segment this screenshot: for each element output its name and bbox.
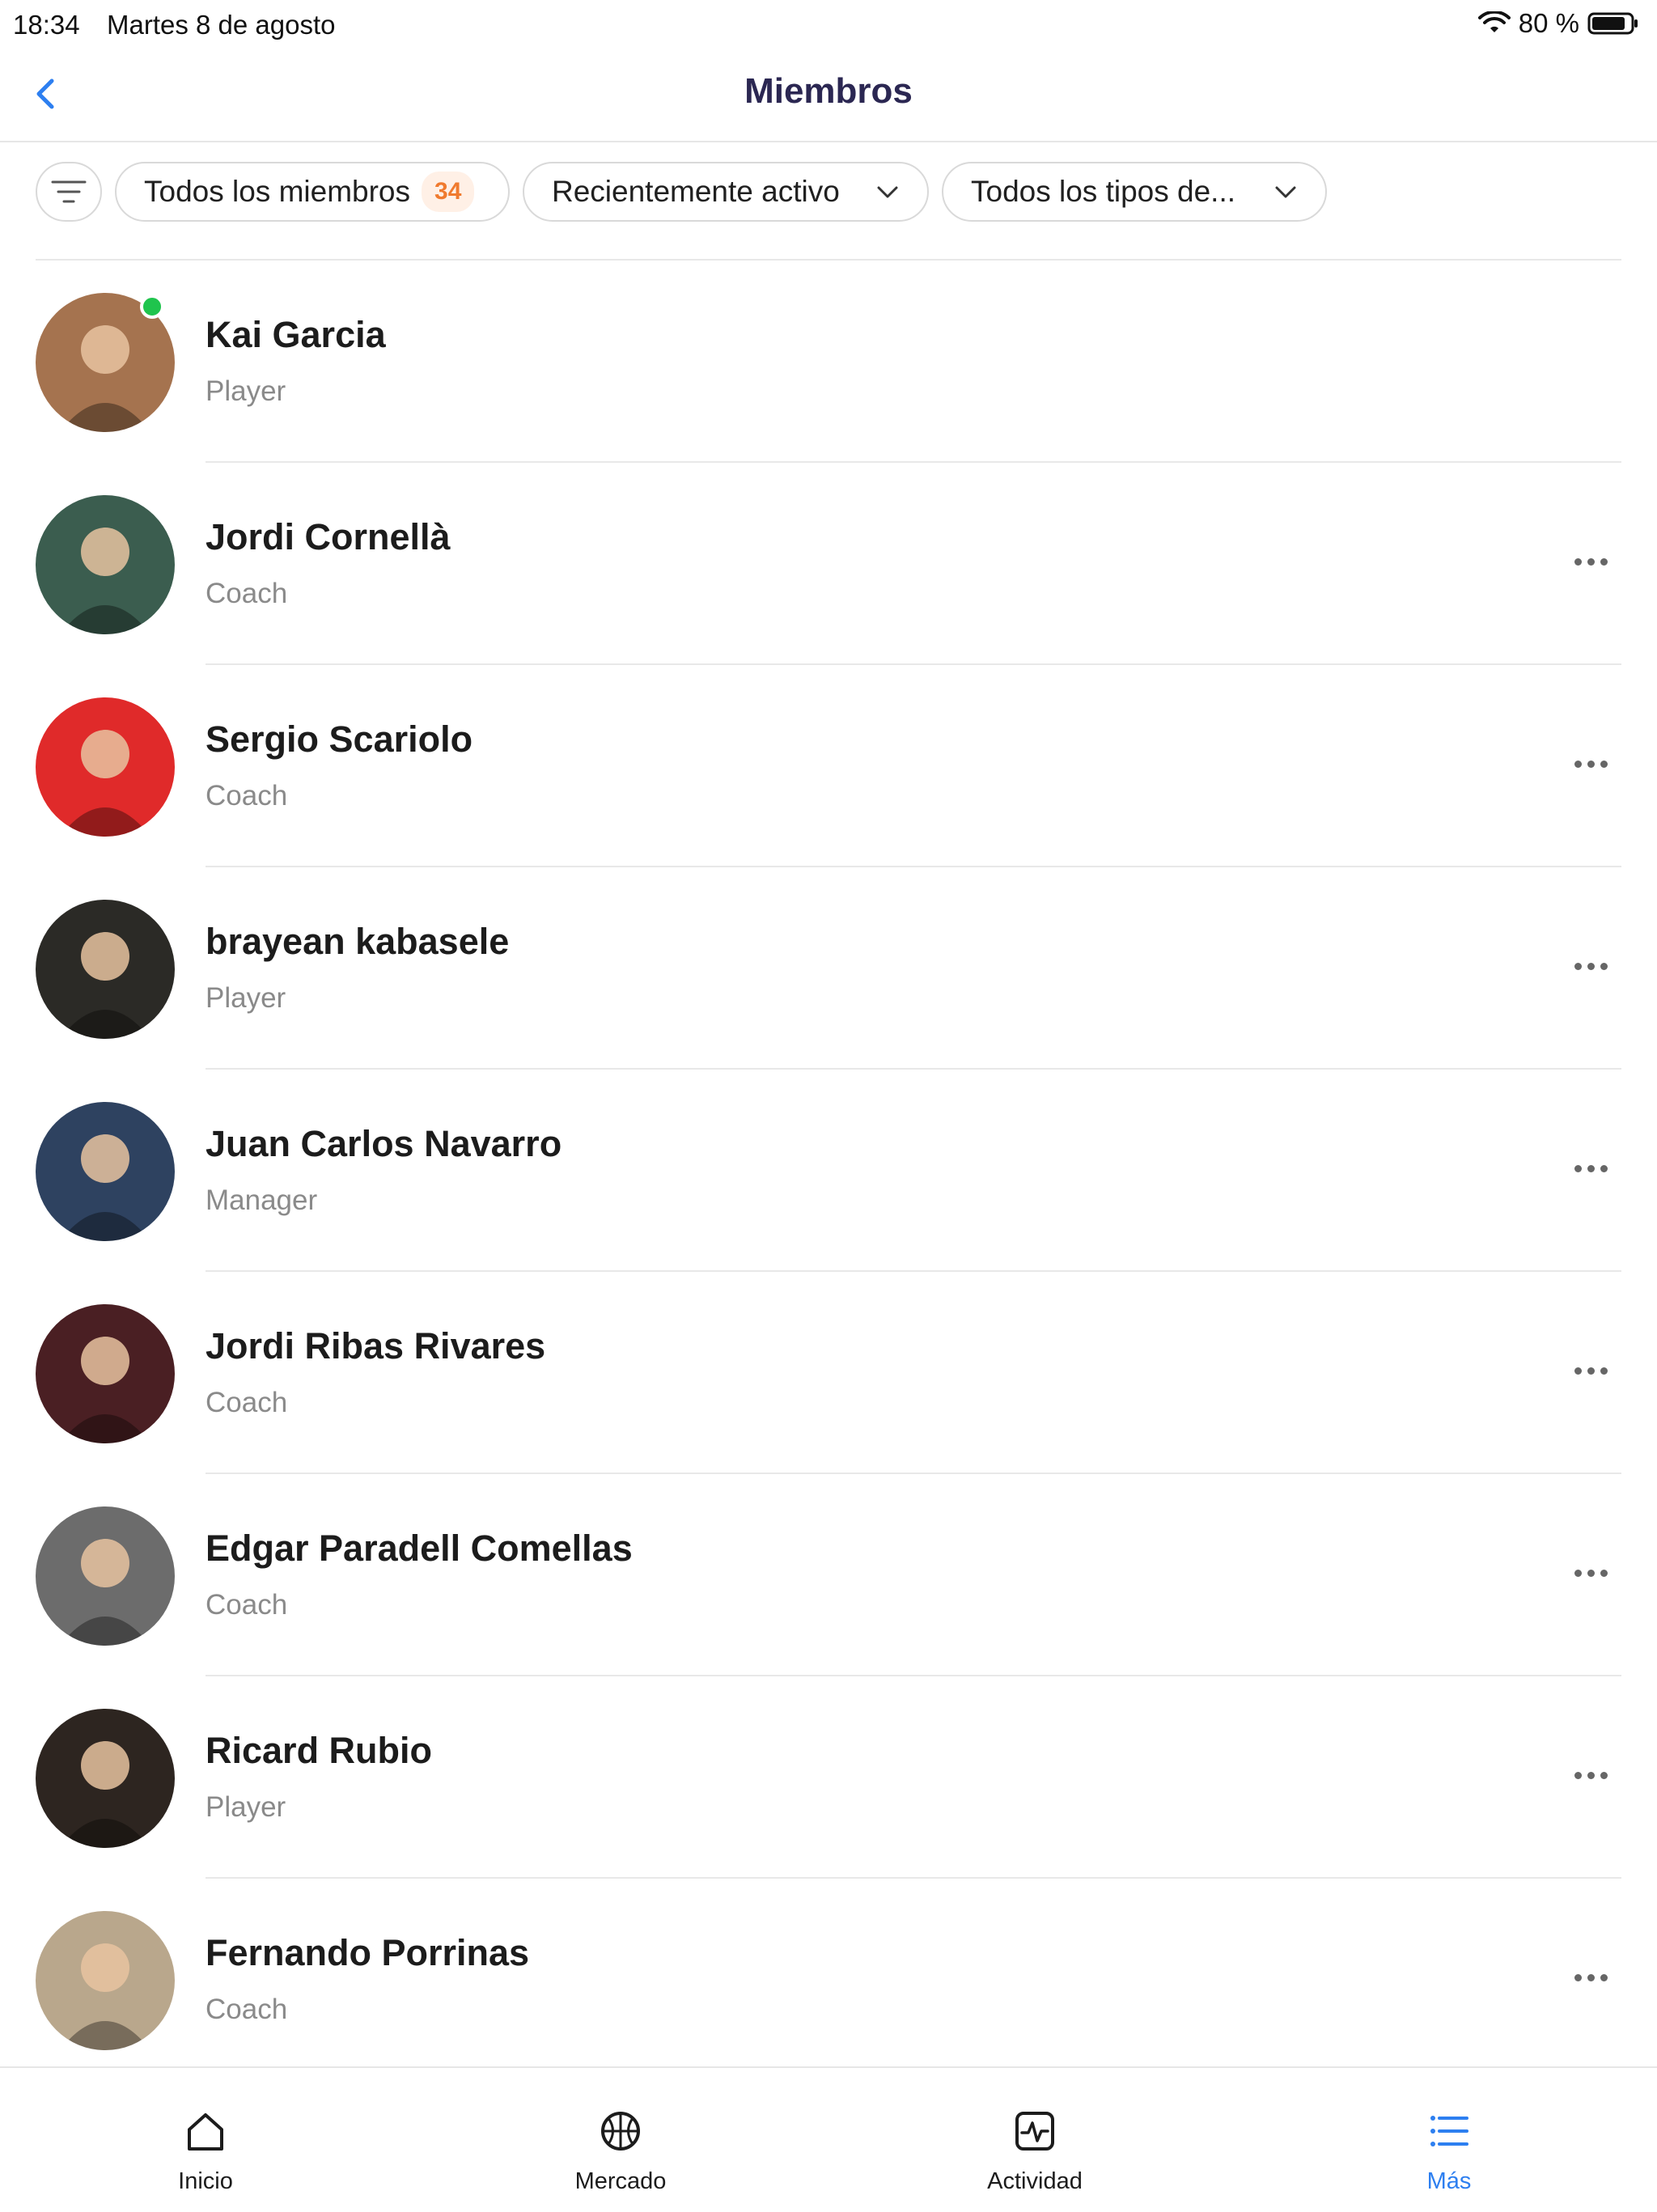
sort-label: Recientemente activo bbox=[552, 175, 840, 208]
member-name: Kai Garcia bbox=[206, 314, 386, 355]
menu-list-icon bbox=[1430, 2116, 1468, 2146]
filter-bar: Todos los miembros 34 Recientemente acti… bbox=[0, 142, 1657, 261]
tab-inicio[interactable]: Inicio bbox=[117, 2068, 295, 2212]
more-options-icon[interactable] bbox=[1574, 1772, 1608, 1779]
member-row[interactable]: Edgar Paradell Comellas Coach bbox=[0, 1474, 1657, 1676]
member-role: Player bbox=[206, 375, 286, 407]
more-options-icon[interactable] bbox=[1574, 761, 1608, 768]
avatar-image bbox=[36, 900, 175, 1039]
filter-button[interactable] bbox=[36, 162, 102, 222]
chevron-down-icon bbox=[1275, 186, 1296, 198]
page-title: Miembros bbox=[744, 71, 913, 111]
basketball-icon bbox=[601, 2112, 640, 2151]
member-row[interactable]: Juan Carlos Navarro Manager bbox=[0, 1070, 1657, 1272]
more-options-icon[interactable] bbox=[1574, 1570, 1608, 1577]
member-list: Kai Garcia Player Jordi Cornellà Coach Sergi… bbox=[0, 261, 1657, 2081]
avatar[interactable] bbox=[36, 495, 175, 634]
tab-label: Más bbox=[1426, 2168, 1472, 2194]
tab-label: Inicio bbox=[178, 2168, 233, 2194]
member-name: Jordi Ribas Rivares bbox=[206, 1325, 546, 1367]
member-role: Manager bbox=[206, 1184, 318, 1216]
member-role: Player bbox=[206, 1791, 286, 1823]
member-row[interactable]: Jordi Cornellà Coach bbox=[0, 463, 1657, 665]
avatar-image bbox=[36, 697, 175, 837]
activity-icon bbox=[1015, 2112, 1054, 2151]
chevron-down-icon bbox=[877, 186, 898, 198]
wifi-icon bbox=[1477, 11, 1511, 32]
avatar-image bbox=[36, 1911, 175, 2050]
avatar[interactable] bbox=[36, 1304, 175, 1443]
more-options-icon[interactable] bbox=[1574, 963, 1608, 970]
member-row[interactable]: brayean kabasele Player bbox=[0, 867, 1657, 1070]
tab-mas[interactable]: Más bbox=[1360, 2068, 1538, 2212]
member-row[interactable]: Fernando Porrinas Coach bbox=[0, 1879, 1657, 2081]
member-name: Ricard Rubio bbox=[206, 1730, 433, 1771]
member-type-dropdown[interactable]: Todos los tipos de... bbox=[942, 162, 1327, 222]
member-type-label: Todos los tipos de... bbox=[971, 175, 1236, 208]
online-indicator bbox=[140, 295, 164, 319]
tab-mercado[interactable]: Mercado bbox=[532, 2068, 710, 2212]
tab-label: Mercado bbox=[574, 2168, 667, 2194]
battery-percent: 80 % bbox=[1518, 8, 1579, 38]
home-icon bbox=[188, 2113, 223, 2151]
avatar-image bbox=[36, 1102, 175, 1241]
status-bar: 18:34 Martes 8 de agosto 80 % bbox=[0, 0, 1657, 49]
member-row[interactable]: Jordi Ribas Rivares Coach bbox=[0, 1272, 1657, 1474]
sort-dropdown[interactable]: Recientemente activo bbox=[523, 162, 929, 222]
tab-label: Actividad bbox=[987, 2168, 1083, 2194]
member-role: Player bbox=[206, 982, 286, 1014]
member-row[interactable]: Kai Garcia Player bbox=[0, 261, 1657, 463]
battery-icon bbox=[1587, 12, 1638, 35]
more-options-icon[interactable] bbox=[1574, 1974, 1608, 1981]
member-count-badge: 34 bbox=[422, 172, 475, 212]
avatar-image bbox=[36, 1304, 175, 1443]
member-row[interactable]: Sergio Scariolo Coach bbox=[0, 665, 1657, 867]
tab-bar: Inicio Mercado Actividad Más bbox=[0, 2066, 1657, 2212]
member-row[interactable]: Ricard Rubio Player bbox=[0, 1676, 1657, 1879]
avatar-image bbox=[36, 1709, 175, 1848]
member-name: Fernando Porrinas bbox=[206, 1932, 530, 1973]
all-members-filter[interactable]: Todos los miembros 34 bbox=[115, 162, 510, 222]
member-name: brayean kabasele bbox=[206, 921, 510, 962]
member-role: Coach bbox=[206, 780, 288, 811]
member-name: Juan Carlos Navarro bbox=[206, 1123, 562, 1164]
avatar[interactable] bbox=[36, 697, 175, 837]
status-time: 18:34 bbox=[13, 10, 80, 40]
member-role: Coach bbox=[206, 578, 288, 609]
avatar[interactable] bbox=[36, 1102, 175, 1241]
avatar-image bbox=[36, 1506, 175, 1646]
member-role: Coach bbox=[206, 1994, 288, 2025]
tab-actividad[interactable]: Actividad bbox=[946, 2068, 1124, 2212]
all-members-label: Todos los miembros bbox=[144, 175, 411, 208]
member-role: Coach bbox=[206, 1387, 288, 1418]
avatar[interactable] bbox=[36, 1506, 175, 1646]
member-name: Edgar Paradell Comellas bbox=[206, 1528, 633, 1569]
status-date: Martes 8 de agosto bbox=[107, 10, 336, 40]
member-name: Sergio Scariolo bbox=[206, 718, 473, 760]
avatar[interactable] bbox=[36, 900, 175, 1039]
avatar-image bbox=[36, 495, 175, 634]
more-options-icon[interactable] bbox=[1574, 1165, 1608, 1172]
member-name: Jordi Cornellà bbox=[206, 516, 451, 557]
more-options-icon[interactable] bbox=[1574, 558, 1608, 566]
nav-bar: Miembros bbox=[0, 49, 1657, 142]
filter-icon bbox=[51, 180, 87, 203]
member-role: Coach bbox=[206, 1589, 288, 1621]
avatar[interactable] bbox=[36, 1709, 175, 1848]
avatar[interactable] bbox=[36, 1911, 175, 2050]
more-options-icon[interactable] bbox=[1574, 1367, 1608, 1375]
